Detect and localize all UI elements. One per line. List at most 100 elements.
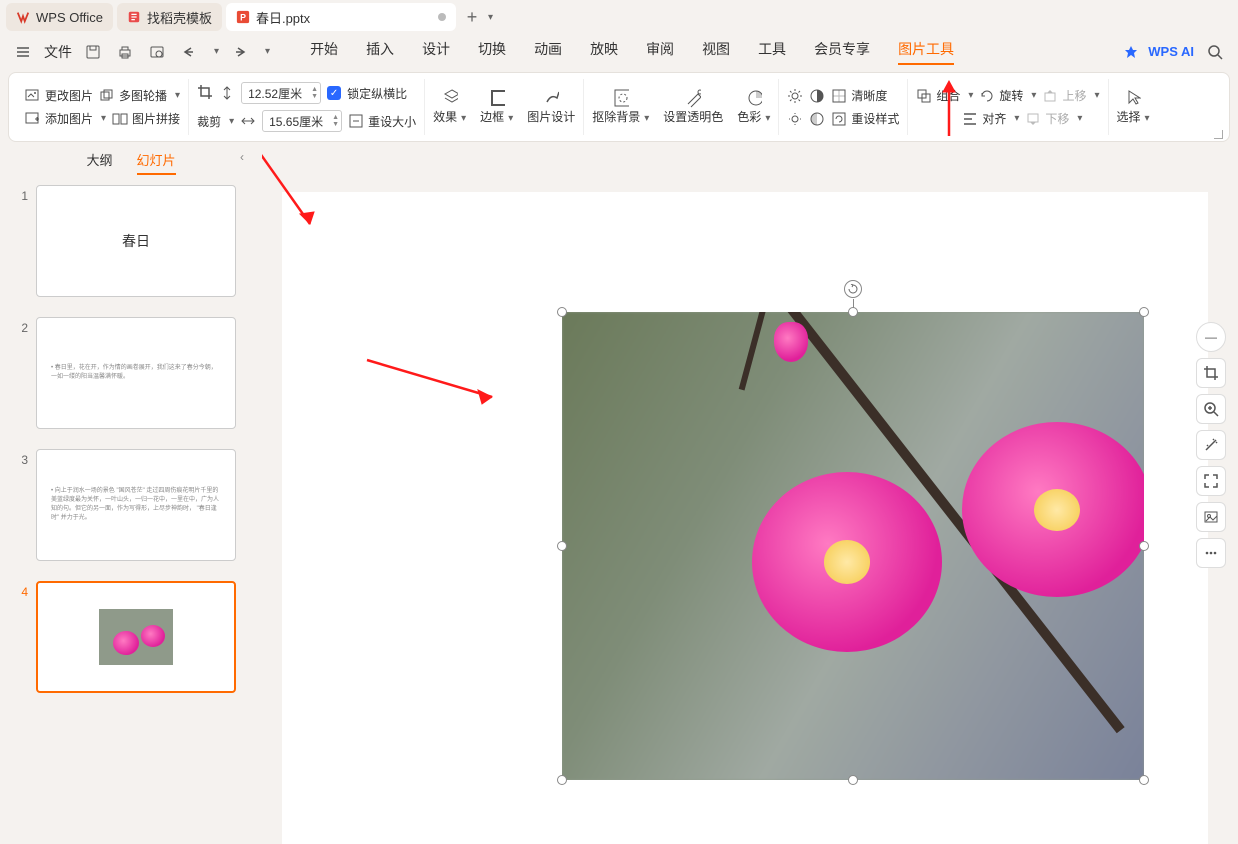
new-tab-button[interactable]: + — [460, 7, 484, 28]
slide-thumbnail-2[interactable]: • 春日里，花在开，作为情的画卷展开，我们这来了春分今朝，一如一缕的阳当温馨满怀… — [36, 317, 236, 429]
tab-template[interactable]: 找稻壳模板 — [117, 3, 222, 31]
move-down-button[interactable]: 下移▾ — [1025, 110, 1082, 127]
resize-handle-r[interactable] — [1139, 541, 1149, 551]
collapse-panel-button[interactable]: ‹ — [240, 150, 244, 164]
lock-ratio-checkbox[interactable]: ✓ — [327, 86, 341, 100]
clarity-button[interactable]: 清晰度 — [831, 87, 887, 104]
tab-design[interactable]: 设计 — [422, 39, 450, 65]
thumbnail-image — [99, 609, 173, 665]
image-content — [562, 312, 1144, 780]
hamburger-icon[interactable] — [12, 41, 34, 63]
menubar: 文件 ▾ ▾ 开始 插入 设计 切换 动画 放映 审阅 视图 工具 会员专享 图… — [0, 34, 1238, 70]
resize-handle-b[interactable] — [848, 775, 858, 785]
floating-toolbar: — — [1194, 322, 1228, 568]
slide-thumbnail-1[interactable]: 春日 — [36, 185, 236, 297]
unsaved-dot-icon — [438, 13, 446, 21]
resize-handle-br[interactable] — [1139, 775, 1149, 785]
slide-stage[interactable]: — — [262, 142, 1238, 844]
print-icon[interactable] — [114, 41, 136, 63]
rotation-handle[interactable] — [844, 280, 862, 298]
reset-size-button[interactable]: 重设大小 — [348, 113, 416, 130]
slide-number: 1 — [14, 185, 36, 203]
reset-size-icon — [348, 113, 364, 129]
slide-thumbnail-4[interactable] — [36, 581, 236, 693]
float-zoom-button[interactable] — [1196, 394, 1226, 424]
picture-design-button[interactable]: 图片设计 — [527, 90, 575, 125]
resize-handle-bl[interactable] — [557, 775, 567, 785]
rotate-icon — [979, 88, 995, 104]
contrast-down-icon[interactable] — [809, 111, 825, 127]
slide-thumbnail-3[interactable]: • 向上于润水一场的景色 "国风苍茫" 走过四周伤痕花明片千里的美蓝绿度最为关怀… — [36, 449, 236, 561]
tab-picture-tools[interactable]: 图片工具 — [898, 39, 954, 65]
crop-button[interactable]: 裁剪▾ — [197, 113, 234, 130]
redo-icon[interactable] — [229, 41, 251, 63]
width-input[interactable]: 15.65厘米▲▼ — [262, 110, 342, 132]
resize-handle-l[interactable] — [557, 541, 567, 551]
tab-transition[interactable]: 切换 — [478, 39, 506, 65]
resize-handle-t[interactable] — [848, 307, 858, 317]
slide-number: 3 — [14, 449, 36, 467]
multi-outline-icon — [99, 88, 115, 104]
slides-tab[interactable]: 幻灯片 — [137, 150, 176, 175]
reset-style-button[interactable]: 重设样式 — [831, 110, 899, 127]
picture-join-button[interactable]: 图片拼接 — [112, 110, 180, 127]
brightness-down-icon[interactable] — [787, 111, 803, 127]
align-button[interactable]: 对齐▾ — [962, 110, 1019, 127]
ribbon: 更改图片 多图轮播▾ 添加图片▾ 图片拼接 12.52厘米▲▼ ✓ 锁定纵横比 … — [8, 72, 1230, 142]
remove-bg-button[interactable]: 抠除背景▾ — [592, 90, 649, 125]
annotation-arrow-2 — [362, 352, 512, 412]
add-picture-button[interactable]: 添加图片▾ — [25, 110, 106, 127]
tab-insert[interactable]: 插入 — [366, 39, 394, 65]
float-collapse-button[interactable]: — — [1196, 322, 1226, 352]
tab-menu-caret-icon[interactable]: ▾ — [488, 12, 493, 23]
tab-animation[interactable]: 动画 — [534, 39, 562, 65]
resize-handle-tl[interactable] — [557, 307, 567, 317]
search-icon[interactable] — [1204, 41, 1226, 63]
multi-outline-button[interactable]: 多图轮播▾ — [99, 87, 180, 104]
redo-history-caret[interactable]: ▾ — [265, 46, 270, 57]
color-button[interactable]: 色彩▾ — [737, 90, 770, 125]
clarity-icon — [831, 88, 847, 104]
tab-wps-office[interactable]: WPS Office — [6, 3, 113, 31]
contrast-up-icon[interactable] — [809, 88, 825, 104]
height-input[interactable]: 12.52厘米▲▼ — [241, 82, 321, 104]
border-icon — [489, 90, 505, 106]
move-up-button[interactable]: 上移▾ — [1042, 87, 1099, 104]
tab-review[interactable]: 审阅 — [646, 39, 674, 65]
preview-icon[interactable] — [146, 41, 168, 63]
tab-document[interactable]: P 春日.pptx — [226, 3, 456, 31]
file-menu[interactable]: 文件 — [44, 42, 72, 62]
resize-handle-tr[interactable] — [1139, 307, 1149, 317]
add-picture-icon — [25, 111, 41, 127]
height-icon — [219, 85, 235, 101]
crop-tool-icon[interactable] — [197, 85, 213, 101]
set-transparent-button[interactable]: 设置透明色 — [663, 90, 723, 125]
tab-tools[interactable]: 工具 — [758, 39, 786, 65]
lock-ratio-label: 锁定纵横比 — [347, 85, 407, 102]
tab-member[interactable]: 会员专享 — [814, 39, 870, 65]
border-button[interactable]: 边框▾ — [480, 90, 513, 125]
tab-slideshow[interactable]: 放映 — [590, 39, 618, 65]
float-crop-button[interactable] — [1196, 358, 1226, 388]
float-more-button[interactable] — [1196, 538, 1226, 568]
rotate-button[interactable]: 旋转▾ — [979, 87, 1036, 104]
outline-tab[interactable]: 大纲 — [86, 150, 112, 175]
picture-design-icon — [543, 90, 559, 106]
undo-history-caret[interactable]: ▾ — [214, 46, 219, 57]
brightness-up-icon[interactable] — [787, 88, 803, 104]
change-picture-button[interactable]: 更改图片 — [25, 87, 93, 104]
select-button[interactable]: 选择▾ — [1117, 90, 1150, 125]
effect-button[interactable]: 效果▾ — [433, 90, 466, 125]
slide-number: 2 — [14, 317, 36, 335]
wps-ai-button[interactable]: WPS AI — [1148, 44, 1194, 59]
tab-view[interactable]: 视图 — [702, 39, 730, 65]
float-image-button[interactable] — [1196, 502, 1226, 532]
selected-image[interactable] — [562, 312, 1144, 780]
slide-preview-text: • 春日里，花在开，作为情的画卷展开，我们这来了春分今朝，一如一缕的阳当温馨满怀… — [37, 364, 235, 382]
float-magic-button[interactable] — [1196, 430, 1226, 460]
slide-title: 春日 — [122, 231, 150, 251]
undo-icon[interactable] — [178, 41, 200, 63]
tab-home[interactable]: 开始 — [310, 39, 338, 65]
float-fullscreen-button[interactable] — [1196, 466, 1226, 496]
save-icon[interactable] — [82, 41, 104, 63]
